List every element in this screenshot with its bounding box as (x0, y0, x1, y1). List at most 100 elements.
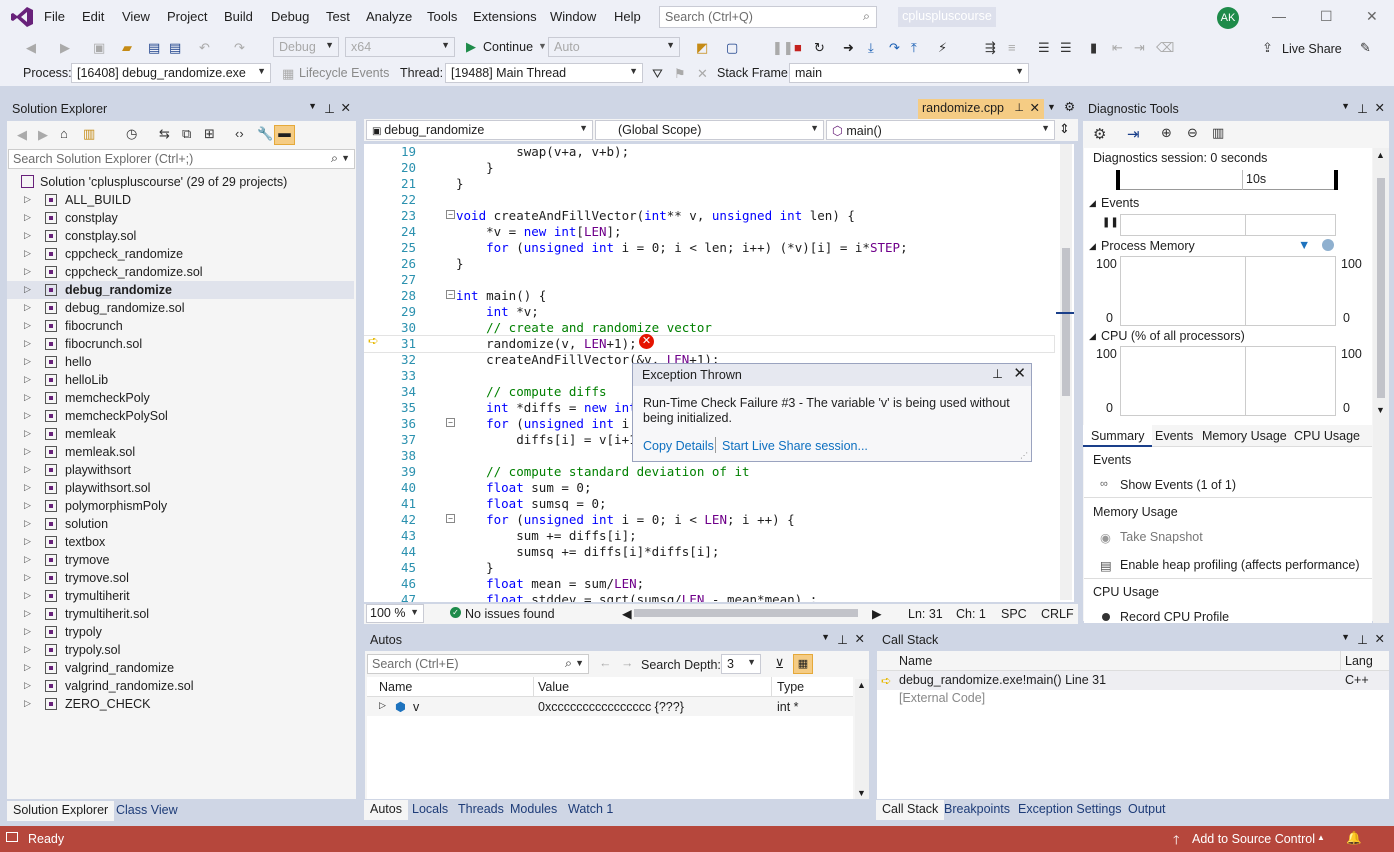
search-depth-combo[interactable]: 3 ▼ (721, 654, 761, 674)
code-line[interactable]: 29 int *v; (364, 304, 1054, 320)
expand-icon[interactable]: ▷ (24, 338, 31, 349)
tree-project-item[interactable]: ▷ debug_randomize.sol (7, 299, 354, 317)
col-value[interactable]: Value (538, 680, 569, 694)
preview-selected-icon[interactable]: ▬ (274, 125, 295, 145)
expand-icon[interactable]: ▷ (24, 698, 31, 709)
redo-icon[interactable]: ↷ (234, 40, 245, 56)
process-combo[interactable]: [16408] debug_randomize.exe ▼ (71, 63, 271, 83)
tab-breakpoints[interactable]: Breakpoints (938, 800, 1016, 820)
record-cpu-button[interactable]: Record CPU Profile (1120, 610, 1229, 624)
collapse-memory-icon[interactable]: ◢ (1089, 241, 1096, 252)
tree-project-item[interactable]: ▷ textbox (7, 533, 354, 551)
code-line[interactable]: 40 float sum = 0; (364, 480, 1054, 496)
search-forward-icon[interactable]: → (621, 656, 634, 670)
global-search-input[interactable]: Search (Ctrl+Q) ⌕ (659, 6, 877, 28)
close-icon[interactable]: ✕ (1375, 631, 1385, 646)
menu-help[interactable]: Help (614, 9, 641, 24)
collapse-events-icon[interactable]: ◢ (1089, 198, 1096, 209)
code-line[interactable]: 43 sum += diffs[i]; (364, 528, 1054, 544)
fold-toggle-icon[interactable]: − (446, 210, 455, 219)
tab-modules[interactable]: Modules (504, 800, 563, 820)
code-view-icon[interactable]: ‹› (235, 126, 244, 141)
close-icon[interactable]: ✕ (341, 100, 351, 115)
indent-icon[interactable]: ☰ (1060, 40, 1072, 56)
zoom-out-icon[interactable]: ⊖ (1187, 125, 1198, 141)
code-line[interactable]: 20 } (364, 160, 1054, 176)
menu-project[interactable]: Project (167, 9, 207, 24)
split-icon[interactable]: ⇕ (1059, 121, 1070, 137)
chevron-down-icon[interactable]: ▼ (1047, 102, 1056, 112)
code-line[interactable]: 27 (364, 272, 1054, 288)
error-icon[interactable]: ✕ (639, 334, 654, 349)
tree-project-item[interactable]: ▷ fibocrunch (7, 317, 354, 335)
tree-project-item[interactable]: ▷ ZERO_CHECK (7, 695, 354, 713)
tree-project-item[interactable]: ▷ memcheckPolySol (7, 407, 354, 425)
tree-project-item[interactable]: ▷ trymultiherit (7, 587, 354, 605)
settings-icon[interactable]: ⚙ (1093, 125, 1106, 143)
tree-project-item[interactable]: ▷ memcheckPoly (7, 389, 354, 407)
notification-bell-icon[interactable]: 🔔 (1346, 831, 1362, 846)
clear-bookmarks-icon[interactable]: ⌫ (1156, 40, 1174, 56)
expand-icon[interactable]: ▷ (24, 482, 31, 493)
tab-call-stack[interactable]: Call Stack (876, 800, 945, 820)
properties-icon[interactable]: 🔧 (257, 126, 273, 142)
expand-icon[interactable]: ▷ (24, 194, 31, 205)
close-icon[interactable]: ✕ (1375, 100, 1385, 115)
variable-value[interactable]: 0xcccccccccccccccc {???} (538, 700, 684, 714)
chevron-down-icon[interactable]: ▼ (308, 101, 317, 111)
menu-edit[interactable]: Edit (82, 9, 104, 24)
share-icon[interactable]: ⇪ (1262, 40, 1273, 56)
scroll-down-icon[interactable]: ▼ (1376, 405, 1385, 415)
step-over-icon[interactable]: ↷ (889, 40, 900, 56)
close-icon[interactable]: ✕ (1013, 364, 1026, 382)
code-line[interactable]: 42 − for (unsigned int i = 0; i < LEN; i … (364, 512, 1054, 528)
tab-watch-1[interactable]: Watch 1 (562, 800, 619, 820)
tab-events[interactable]: Events (1155, 429, 1193, 443)
expand-icon[interactable]: ▷ (24, 320, 31, 331)
menu-build[interactable]: Build (224, 9, 253, 24)
undo-icon[interactable]: ↶ (199, 40, 210, 56)
code-line[interactable]: 22 (364, 192, 1054, 208)
fold-toggle-icon[interactable]: − (446, 514, 455, 523)
tree-project-item[interactable]: ▷ memleak.sol (7, 443, 354, 461)
project-combo[interactable]: ▣ debug_randomize ▼ (366, 120, 593, 140)
scrollbar-thumb[interactable] (1062, 248, 1070, 396)
tab-cpu-usage[interactable]: CPU Usage (1294, 429, 1360, 443)
menu-tools[interactable]: Tools (427, 9, 457, 24)
menu-view[interactable]: View (122, 9, 150, 24)
expand-icon[interactable]: ▷ (24, 518, 31, 529)
live-share-button[interactable]: Live Share (1282, 42, 1342, 56)
scroll-down-icon[interactable]: ▼ (857, 788, 866, 798)
tree-project-item[interactable]: ▷ trypoly (7, 623, 354, 641)
configuration-combo[interactable]: Debug ▼ (273, 37, 339, 57)
save-icon[interactable]: ▤ (148, 40, 160, 56)
pause-events-icon[interactable]: ❚❚ (1102, 217, 1119, 228)
collapse-cpu-icon[interactable]: ◢ (1089, 331, 1096, 342)
sync-icon[interactable]: ⇆ (159, 126, 170, 142)
editor-vertical-scrollbar[interactable] (1060, 144, 1072, 600)
issues-status[interactable]: No issues found (465, 607, 555, 621)
heap-profiling-toggle[interactable]: Enable heap profiling (affects performan… (1120, 558, 1360, 572)
home-icon[interactable]: ⌂ (60, 126, 68, 141)
continue-button[interactable]: Continue (483, 40, 533, 54)
lifecycle-icon[interactable]: ▦ (282, 66, 294, 82)
expand-icon[interactable]: ▷ (24, 392, 31, 403)
pin-icon[interactable]: ⊥ (837, 632, 848, 647)
expand-icon[interactable]: ▷ (24, 554, 31, 565)
tab-output[interactable]: Output (1122, 800, 1172, 820)
expand-icon[interactable]: ▷ (24, 284, 31, 295)
switch-views-icon[interactable]: ▥ (83, 126, 95, 142)
resize-grip-icon[interactable]: ⋰ (1020, 451, 1028, 460)
collapse-all-icon[interactable]: ⧉ (182, 126, 191, 142)
menu-extensions[interactable]: Extensions (473, 9, 537, 24)
col-lang[interactable]: Lang (1345, 654, 1373, 668)
divider[interactable] (1340, 651, 1341, 671)
expand-icon[interactable]: ▷ (24, 302, 31, 313)
pin-icon[interactable]: ⊥ (1357, 101, 1368, 116)
expand-icon[interactable]: ▷ (24, 680, 31, 691)
timeline-ruler[interactable]: 10s (1116, 170, 1338, 190)
tree-project-item[interactable]: ▷ valgrind_randomize.sol (7, 677, 354, 695)
code-line[interactable]: 31 randomize(v, LEN+1); (364, 335, 1055, 353)
hot-reload-icon[interactable]: ⚡ (938, 40, 947, 56)
timeline-end-handle[interactable] (1334, 170, 1338, 190)
